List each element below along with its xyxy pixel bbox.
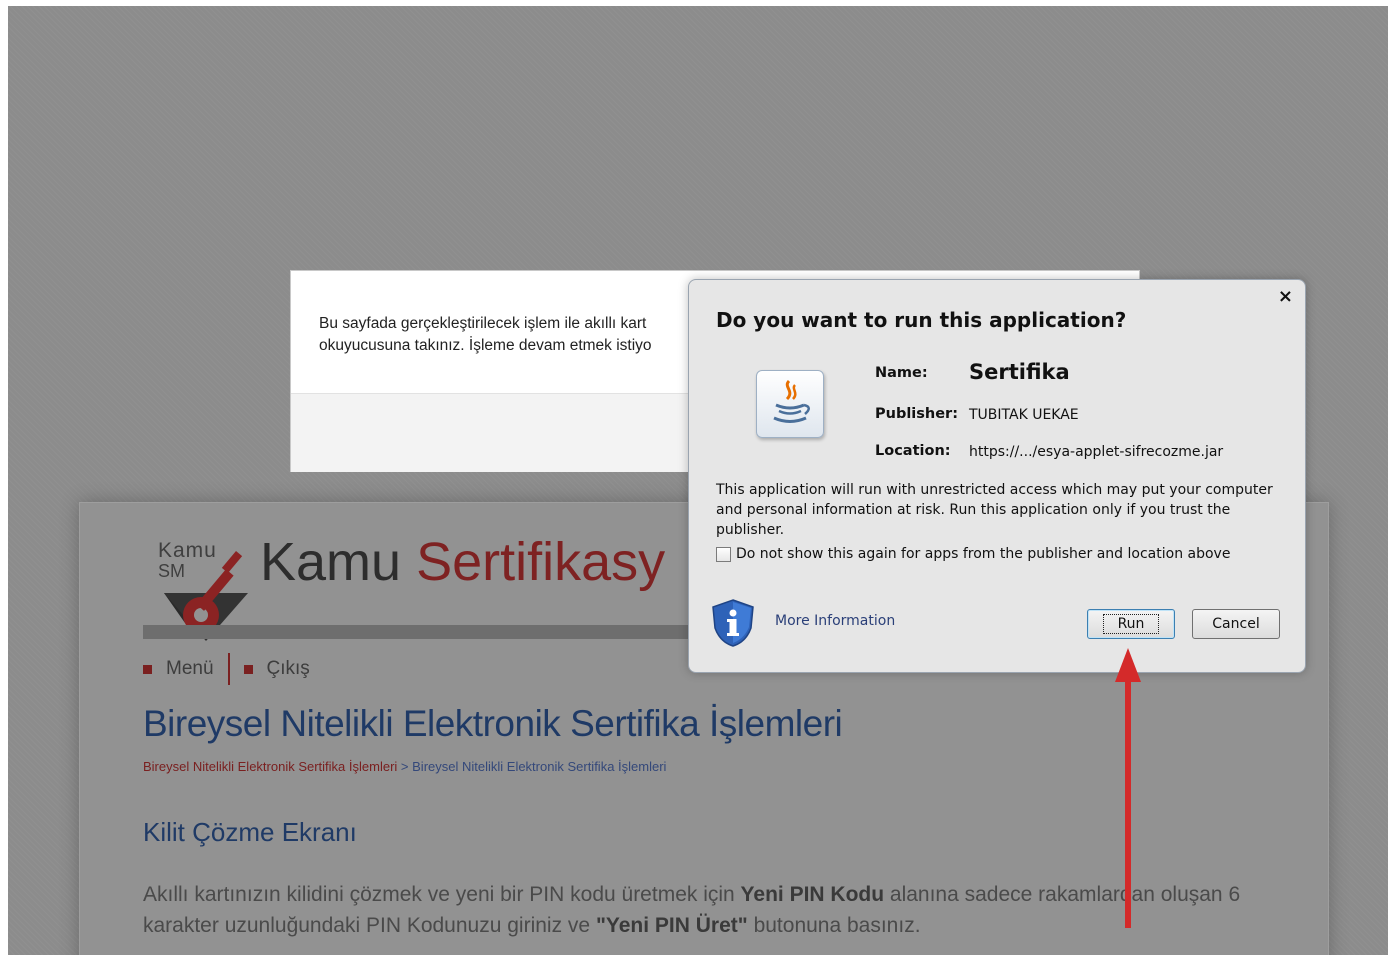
publisher-value: TUBITAK UEKAE (969, 407, 1079, 423)
background-modal-line-1: Bu sayfada gerçekleştirilecek işlem ile … (319, 315, 647, 332)
brand-part-1: Kamu (260, 532, 402, 592)
instructions-part-3: butonuna basınız. (747, 914, 921, 937)
page-title: Bireysel Nitelikli Elektronik Sertifika … (143, 703, 843, 744)
security-warning-text: This application will run with unrestric… (716, 482, 1273, 538)
instructions-part-1: Akıllı kartınızın kilidini çözmek ve yen… (143, 883, 741, 906)
dialog-title: Do you want to run this application? (716, 308, 1127, 332)
close-icon[interactable]: × (1278, 286, 1293, 307)
shield-info-icon (712, 599, 754, 647)
breadcrumb-link[interactable]: Bireysel Nitelikli Elektronik Sertifika … (143, 759, 397, 774)
top-nav: Menü Çıkış (143, 653, 310, 685)
java-cup-icon (773, 379, 810, 423)
nav-menu-link[interactable]: Menü (166, 658, 214, 680)
nav-separator (227, 653, 230, 685)
name-value: Sertifika (969, 360, 1070, 384)
header-divider-bar (143, 625, 703, 639)
run-button-label: Run (1102, 614, 1160, 634)
java-icon (756, 370, 824, 438)
background-modal-message: Bu sayfada gerçekleştirilecek işlem ile … (319, 313, 652, 357)
logo-text-top: Kamu (158, 539, 217, 562)
background-modal-line-2: okuyucusuna takınız. İşleme devam etmek … (319, 337, 652, 354)
nav-bullet (143, 664, 152, 674)
red-arrow-annotation (1115, 648, 1141, 928)
more-information-link[interactable]: More Information (775, 613, 895, 629)
location-value: https://.../esya-applet-sifrecozme.jar (969, 444, 1224, 460)
dont-show-again-label[interactable]: Do not show this again for apps from the… (736, 546, 1230, 562)
brand-title: Kamu Sertifikasy (260, 531, 665, 593)
breadcrumb-separator: > (400, 759, 409, 774)
breadcrumb: Bireysel Nitelikli Elektronik Sertifika … (143, 759, 666, 774)
java-security-dialog: × Do you want to run this application? N… (688, 279, 1306, 673)
breadcrumb-current: Bireysel Nitelikli Elektronik Sertifika … (412, 759, 667, 774)
brand-part-2: Sertifikasy (416, 532, 666, 592)
name-label: Name: (875, 365, 928, 381)
dont-show-again-checkbox[interactable] (716, 546, 731, 562)
nav-exit-link[interactable]: Çıkış (267, 658, 310, 680)
instructions-bold-1: Yeni PIN Kodu (740, 883, 885, 906)
run-button[interactable]: Run (1087, 609, 1175, 639)
publisher-label: Publisher: (875, 406, 959, 422)
logo-text-bottom: SM (158, 561, 185, 581)
dont-show-again-row: Do not show this again for apps from the… (716, 546, 1230, 562)
section-title: Kilit Çözme Ekranı (143, 817, 357, 847)
instructions-bold-2: "Yeni PIN Üret" (595, 914, 748, 937)
location-label: Location: (875, 443, 951, 459)
cancel-button[interactable]: Cancel (1192, 609, 1280, 639)
nav-bullet (243, 664, 253, 674)
screen-overlay: Kamu SM Kamu Sertifikasy Menü Çıkış Bire… (8, 6, 1388, 955)
